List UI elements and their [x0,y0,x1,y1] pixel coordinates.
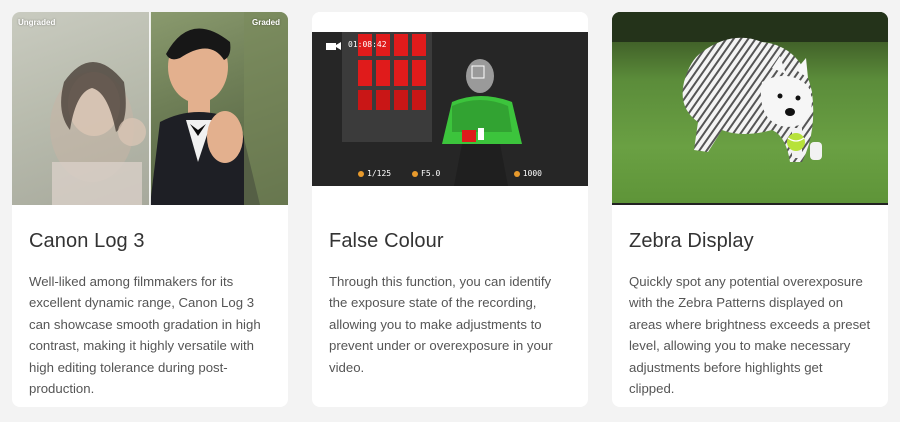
graded-label: Graded [251,18,280,27]
false-colour-frame: 01:08:42 1/125 F5.0 1000 [312,12,588,205]
feature-card-canon-log-3: Ungraded Graded Canon Log 3 Well-liked a… [12,12,288,407]
shutter-value: 1/125 [367,169,392,178]
card-title: Zebra Display [629,230,754,252]
aperture-icon [412,170,418,177]
feature-card-zebra-display: Zebra Display Quickly spot any potential… [612,12,888,407]
image-bottom-border [612,203,888,205]
comparison-divider[interactable] [149,12,151,205]
timecode-readout: 01:08:42 [348,40,387,49]
ungraded-half [12,12,150,205]
card-description: Well-liked among filmmakers for its exce… [29,274,261,397]
camera-record-icon [326,38,342,56]
card-title: False Colour [329,230,444,252]
ungraded-label: Ungraded [18,18,56,27]
card-description: Through this function, you can identify … [329,274,553,375]
graded-half [150,12,288,205]
card-title: Canon Log 3 [29,230,145,252]
shutter-readout: 1/125 [358,169,391,178]
iso-value: 1000 [522,169,542,178]
shutter-icon [358,170,364,177]
zebra-display-image [612,12,888,205]
feature-card-row: Ungraded Graded Canon Log 3 Well-liked a… [0,0,900,422]
feature-card-false-colour: 01:08:42 1/125 F5.0 1000 False Colour Th… [312,12,588,407]
canon-log-3-comparison-image: Ungraded Graded [12,12,288,205]
aperture-readout: F5.0 [412,169,440,178]
card-description: Quickly spot any potential overexposure … [629,274,871,397]
false-colour-monitor: 01:08:42 1/125 F5.0 1000 [312,32,588,186]
iso-readout: 1000 [513,169,542,178]
aperture-value: F5.0 [421,169,441,178]
zebra-scene [612,12,888,205]
iso-icon [513,170,520,177]
false-colour-image: 01:08:42 1/125 F5.0 1000 [312,12,588,205]
